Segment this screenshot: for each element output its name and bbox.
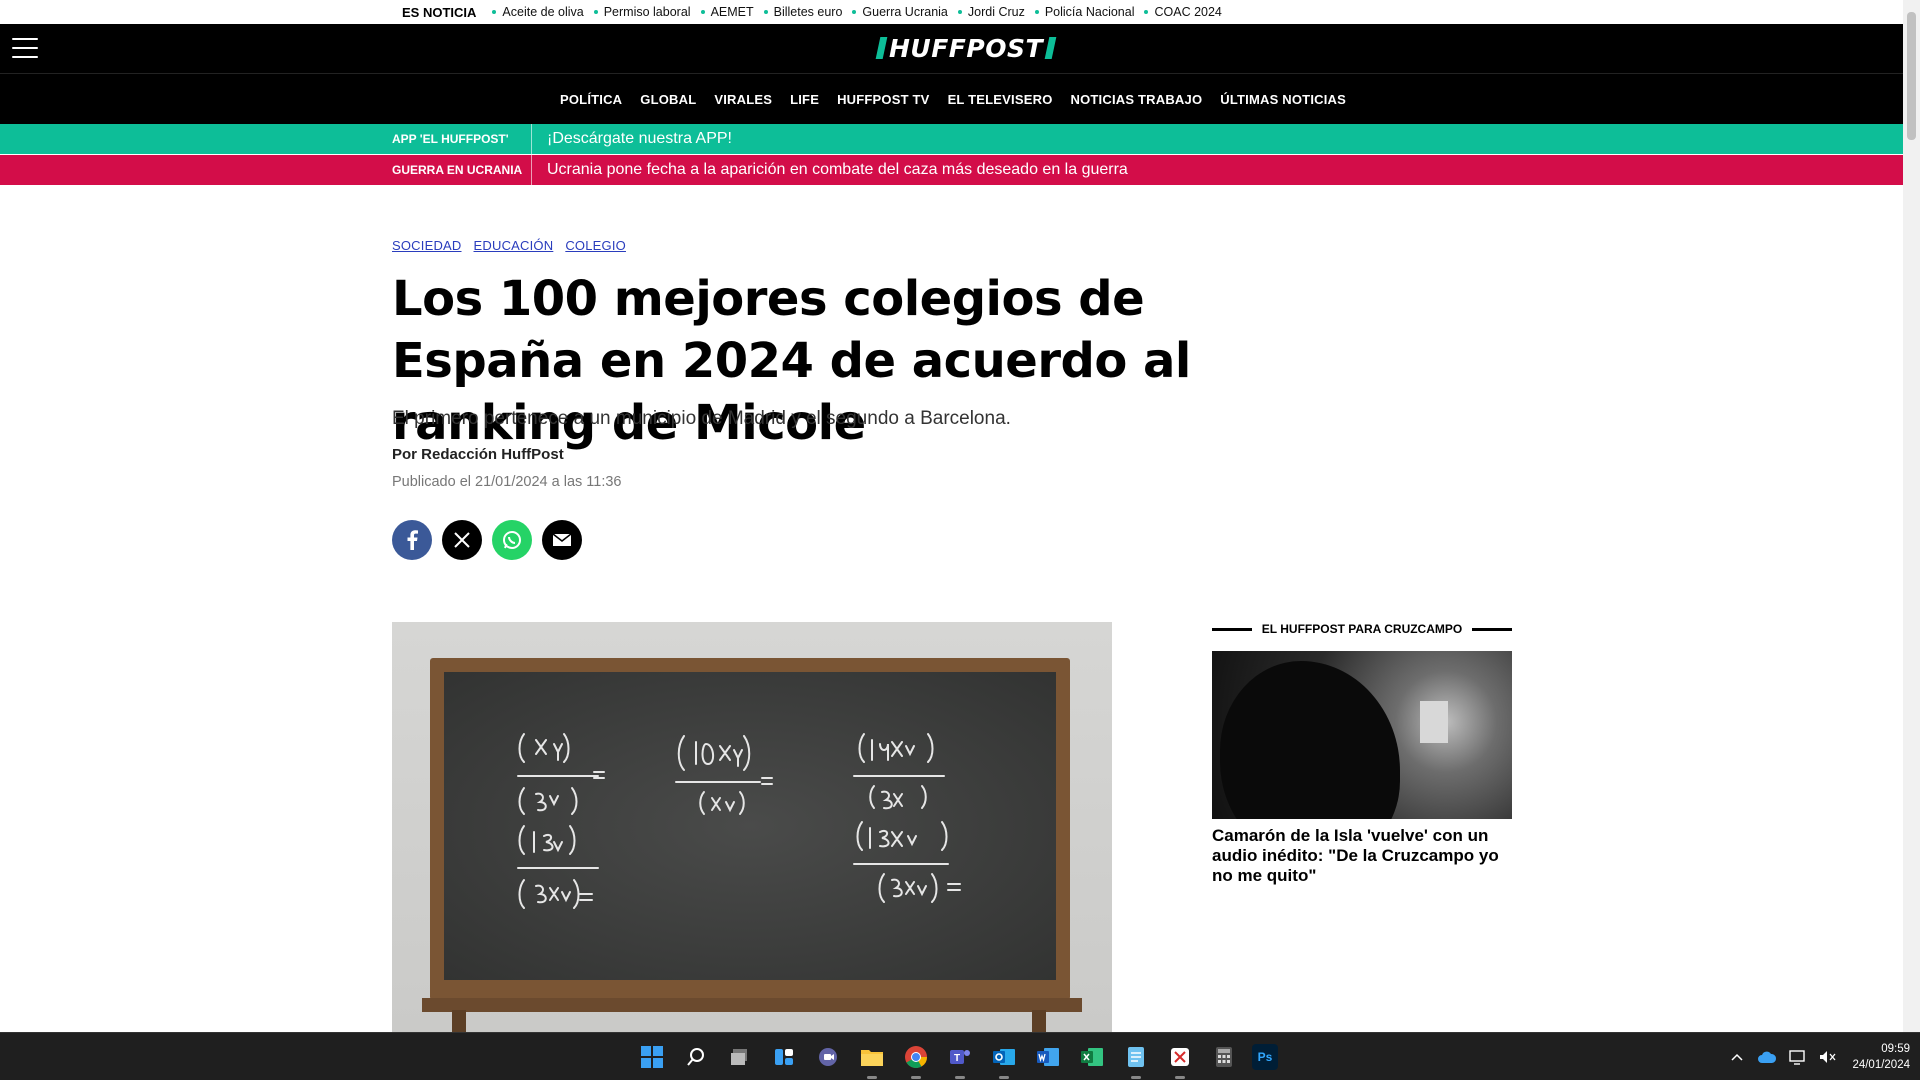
excel-icon[interactable] — [1076, 1041, 1108, 1073]
page-scrollbar[interactable] — [1903, 0, 1920, 1032]
windows-start-icon[interactable] — [636, 1041, 668, 1073]
system-tray: 09:59 24/01/2024 — [1726, 1033, 1910, 1080]
trending-item[interactable]: Billetes euro — [763, 5, 842, 19]
trending-item[interactable]: AEMET — [700, 5, 754, 19]
taskbar-apps: T Ps — [636, 1041, 1290, 1079]
tag-sociedad[interactable]: SOCIEDAD — [392, 238, 462, 253]
bullet-icon — [763, 10, 768, 14]
teams-chat-icon[interactable] — [812, 1041, 844, 1073]
volume-muted-icon[interactable] — [1816, 1046, 1838, 1068]
windows-taskbar: T Ps 09:59 24/01/2024 — [0, 1032, 1920, 1080]
sidebar-article-image[interactable] — [1212, 651, 1512, 819]
sidebar-heading: EL HUFFPOST PARA CRUZCAMPO — [1212, 622, 1513, 636]
nav-el-televisero[interactable]: EL TELEVISERO — [948, 92, 1053, 107]
breaking-news-tag: GUERRA EN UCRANIA — [392, 155, 532, 185]
chalkboard — [444, 672, 1056, 980]
logo-bar-left — [875, 37, 888, 59]
facebook-icon — [407, 530, 418, 550]
onedrive-icon[interactable] — [1756, 1046, 1778, 1068]
clock-time: 09:59 — [1881, 1043, 1910, 1055]
hamburger-menu-icon[interactable] — [12, 38, 38, 58]
main-nav: POLÍTICA GLOBAL VIRALES LIFE HUFFPOST TV… — [0, 74, 1903, 124]
widgets-icon[interactable] — [768, 1041, 800, 1073]
nav-noticias-trabajo[interactable]: NOTICIAS TRABAJO — [1071, 92, 1203, 107]
x-share-button[interactable] — [442, 520, 482, 560]
logo-bar-right — [1044, 37, 1057, 59]
chalk-equations-illustration — [517, 733, 961, 909]
trending-label: ES NOTICIA — [402, 4, 477, 20]
clock-date: 24/01/2024 — [1852, 1059, 1910, 1071]
heading-rule-right — [1472, 627, 1513, 631]
breaking-news-strip[interactable]: GUERRA EN UCRANIA Ucrania pone fecha a l… — [0, 155, 1903, 185]
article-published-date: Publicado el 21/01/2024 a las 11:36 — [392, 474, 622, 490]
tag-colegio[interactable]: COLEGIO — [565, 238, 626, 253]
breaking-news-message[interactable]: Ucrania pone fecha a la aparición en com… — [532, 161, 1128, 179]
snipping-tool-icon[interactable] — [1164, 1041, 1196, 1079]
bullet-icon — [1034, 10, 1039, 14]
trending-item[interactable]: COAC 2024 — [1144, 5, 1222, 19]
bullet-icon — [1144, 10, 1149, 14]
notepad-icon[interactable] — [1120, 1041, 1152, 1079]
facebook-share-button[interactable] — [392, 520, 432, 560]
bullet-icon — [957, 10, 962, 14]
trending-item[interactable]: Jordi Cruz — [957, 5, 1025, 19]
network-icon[interactable] — [1786, 1046, 1808, 1068]
browser-viewport: ES NOTICIA Aceite de oliva Permiso labor… — [0, 0, 1920, 1080]
whatsapp-share-button[interactable] — [492, 520, 532, 560]
trending-bar: ES NOTICIA Aceite de oliva Permiso labor… — [0, 0, 1903, 24]
article-hero-image — [392, 622, 1112, 1034]
nav-politica[interactable]: POLÍTICA — [560, 92, 622, 107]
bullet-icon — [593, 10, 598, 14]
mail-icon — [552, 533, 572, 546]
taskbar-clock[interactable]: 09:59 24/01/2024 — [1852, 1041, 1910, 1073]
sidebar-article-title[interactable]: Camarón de la Isla 'vuelve' con un audio… — [1212, 826, 1512, 886]
teams-icon[interactable]: T — [944, 1041, 976, 1079]
chalkboard-leg — [1032, 1010, 1046, 1034]
article-byline: Por Redacción HuffPost — [392, 446, 564, 463]
article-subtitle: El primero pertenece a un municipio de M… — [392, 408, 1011, 429]
chalkboard-ledge — [422, 998, 1082, 1012]
heading-rule-left — [1212, 627, 1252, 631]
window-light — [1420, 701, 1448, 743]
nav-virales[interactable]: VIRALES — [714, 92, 772, 107]
chrome-icon[interactable] — [900, 1041, 932, 1079]
trending-item[interactable]: Permiso laboral — [593, 5, 691, 19]
trending-item[interactable]: Policía Nacional — [1034, 5, 1134, 19]
app-promo-tag: APP 'EL HUFFPOST' — [392, 124, 532, 154]
portrait-silhouette — [1220, 661, 1400, 819]
trending-item[interactable]: Guerra Ucrania — [852, 5, 948, 19]
nav-huffpost-tv[interactable]: HUFFPOST TV — [837, 92, 929, 107]
calculator-icon[interactable] — [1208, 1041, 1240, 1073]
x-icon — [454, 532, 470, 548]
nav-global[interactable]: GLOBAL — [640, 92, 696, 107]
trending-item[interactable]: Aceite de oliva — [492, 5, 584, 19]
chevron-up-icon[interactable] — [1726, 1046, 1748, 1068]
app-promo-strip[interactable]: APP 'EL HUFFPOST' ¡Descárgate nuestra AP… — [0, 124, 1903, 154]
outlook-icon[interactable] — [988, 1041, 1020, 1079]
bullet-icon — [852, 10, 857, 14]
scrollbar-thumb[interactable] — [1907, 12, 1916, 140]
chalkboard-leg — [452, 1010, 466, 1034]
share-buttons — [392, 520, 592, 560]
word-icon[interactable] — [1032, 1041, 1064, 1073]
search-icon[interactable] — [680, 1041, 712, 1073]
nav-life[interactable]: LIFE — [790, 92, 819, 107]
task-view-icon[interactable] — [724, 1041, 756, 1073]
huffpost-logo[interactable]: HUFFPOST — [875, 34, 1057, 63]
whatsapp-icon — [503, 531, 521, 549]
email-share-button[interactable] — [542, 520, 582, 560]
nav-ultimas-noticias[interactable]: ÚLTIMAS NOTICIAS — [1220, 92, 1346, 107]
file-explorer-icon[interactable] — [856, 1041, 888, 1079]
article-tags: SOCIEDAD EDUCACIÓN COLEGIO — [392, 238, 638, 253]
bullet-icon — [700, 10, 705, 14]
svg-text:T: T — [954, 1053, 960, 1064]
site-header: HUFFPOST — [0, 24, 1903, 74]
bullet-icon — [492, 10, 497, 14]
app-promo-message[interactable]: ¡Descárgate nuestra APP! — [532, 130, 732, 148]
photoshop-icon[interactable]: Ps — [1252, 1044, 1278, 1070]
tag-educacion[interactable]: EDUCACIÓN — [474, 238, 554, 253]
